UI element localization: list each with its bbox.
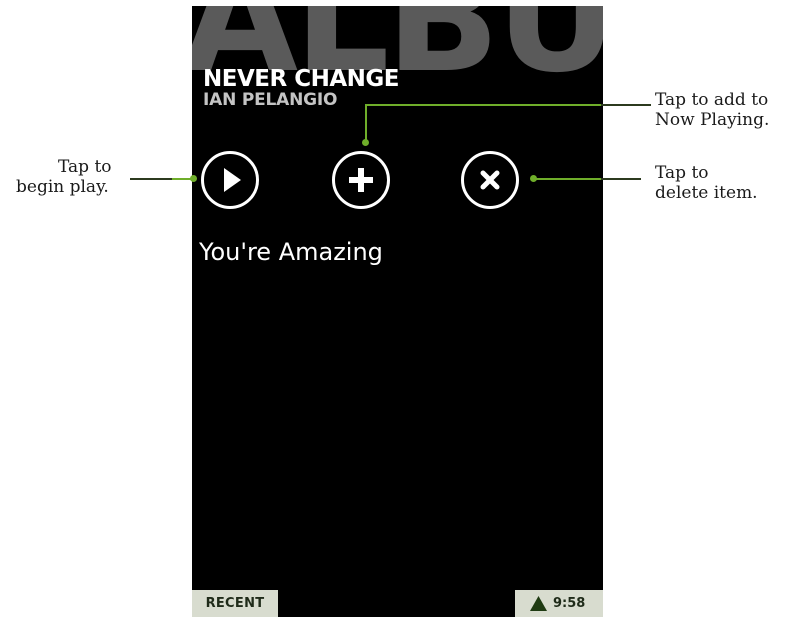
callout-add-vertical-connector bbox=[365, 104, 367, 144]
add-to-now-playing-button[interactable] bbox=[332, 151, 390, 209]
song-title[interactable]: You're Amazing bbox=[199, 240, 383, 264]
callout-delete-line1: Tap to bbox=[655, 163, 709, 183]
callout-delete-line2: delete item. bbox=[655, 183, 758, 203]
callout-delete-leader bbox=[601, 178, 641, 180]
callout-play-dot bbox=[190, 175, 197, 182]
play-icon bbox=[224, 168, 241, 192]
signal-triangle-icon bbox=[530, 596, 547, 611]
callout-delete-connector bbox=[534, 178, 601, 180]
delete-button[interactable] bbox=[461, 151, 519, 209]
callout-play-leader bbox=[130, 178, 172, 180]
album-title: NEVER CHANGE bbox=[203, 66, 399, 92]
recent-tab[interactable]: RECENT bbox=[192, 590, 278, 617]
callout-play-line1: Tap to bbox=[58, 157, 112, 177]
callout-delete-dot bbox=[530, 175, 537, 182]
phone-screen: ALBU NEVER CHANGE IAN PELANGIO You're Am… bbox=[192, 6, 603, 617]
artist-name: IAN PELANGIO bbox=[203, 90, 338, 110]
plus-icon bbox=[349, 168, 373, 192]
callout-add-leader bbox=[601, 104, 651, 106]
callout-add-line1: Tap to add to bbox=[655, 90, 769, 110]
close-icon bbox=[480, 170, 500, 190]
callout-add-line2: Now Playing. bbox=[655, 110, 770, 130]
clock: 9:58 bbox=[553, 596, 586, 611]
play-button[interactable] bbox=[201, 151, 259, 209]
status-bar: 9:58 bbox=[515, 590, 603, 617]
callout-play-line2: begin play. bbox=[16, 177, 109, 197]
callout-add-horizontal-connector bbox=[365, 104, 601, 106]
callout-add-dot bbox=[362, 139, 369, 146]
